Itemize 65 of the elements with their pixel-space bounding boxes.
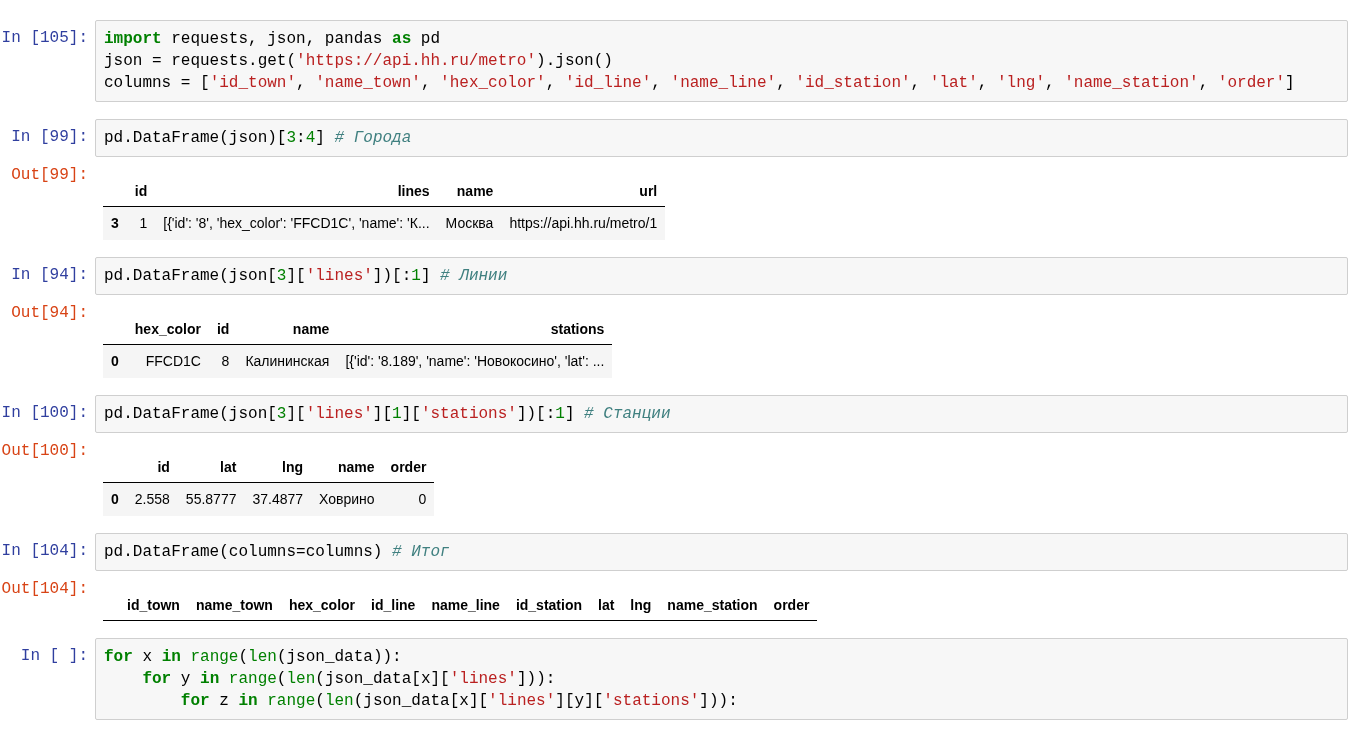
output-prompt: Out[94]: <box>11 303 88 323</box>
code-line: for y in range(len(json_data[x]['lines'])): <box>141 669 557 690</box>
code-line: pd.DataFrame(json)[3:4] # Города <box>104 128 413 149</box>
code-line: for z in range(len(json_data[x]['lines'][y]['stations'])): <box>179 691 739 712</box>
code-line: json = requests.get('https://api.hh.ru/metro').json() <box>104 51 614 72</box>
column-header: name <box>311 453 383 483</box>
column-header: hex_color <box>280 591 364 621</box>
table-cell: [{'id': '8.189', 'name': 'Новокосино', 'lat': ... <box>337 344 613 378</box>
code-editor[interactable]: pd.DataFrame(json)[3:4] # Города <box>95 119 1348 157</box>
code-editor[interactable]: pd.DataFrame(json[3]['lines'])[:1] # Линии <box>95 257 1348 295</box>
code-editor[interactable]: pd.DataFrame(columns=columns) # Итог <box>95 533 1348 571</box>
column-header: name_town <box>187 591 281 621</box>
table-cell: Ховрино <box>311 482 383 516</box>
output-prompt: Out[99]: <box>11 165 88 185</box>
column-header: lat <box>177 453 245 483</box>
code-line: pd.DataFrame(json[3]['lines'])[:1] # Линии <box>104 266 509 287</box>
row-index: 0 <box>103 344 127 378</box>
column-header: url <box>501 177 666 207</box>
column-header: id <box>208 315 238 345</box>
input-prompt: In [94]: <box>11 265 88 285</box>
code-line: pd.DataFrame(columns=columns) # Итог <box>104 542 451 563</box>
input-prompt: In [99]: <box>11 127 88 147</box>
table-cell: 0 <box>382 482 435 516</box>
code-line: for x in range(len(json_data)): <box>104 647 403 668</box>
code-line: pd.DataFrame(json[3]['lines'][1]['stations'])[:1] # Станции <box>104 404 672 425</box>
column-header: lng <box>244 453 312 483</box>
input-prompt: In [105]: <box>1 28 88 48</box>
column-header: hex_color <box>126 315 209 345</box>
column-header: id_town <box>119 591 188 621</box>
output-prompt: Out[100]: <box>1 441 88 461</box>
code-line: import requests, json, pandas as pd <box>104 29 442 50</box>
table-cell: 2.558 <box>126 482 178 516</box>
column-header: name_station <box>659 591 766 621</box>
column-header: name <box>237 315 338 345</box>
column-header: lat <box>590 591 623 621</box>
table-cell: 55.8777 <box>177 482 245 516</box>
row-index: 3 <box>103 206 127 240</box>
table-cell: 37.4877 <box>244 482 312 516</box>
column-header: order <box>382 453 435 483</box>
column-header: stations <box>337 315 613 345</box>
table-cell: 8 <box>208 344 238 378</box>
table-cell: 1 <box>126 206 156 240</box>
column-header: name_line <box>423 591 508 621</box>
column-header: id <box>126 453 178 483</box>
table-cell: Москва <box>437 206 502 240</box>
column-header: id_station <box>507 591 590 621</box>
code-editor[interactable] <box>95 20 1348 102</box>
output-prompt: Out[104]: <box>1 579 88 599</box>
column-header: lng <box>622 591 660 621</box>
code-editor[interactable]: for x in range(len(json_data)): for y in range(len(json_data[x]['lines'])): for z in range(len(json_data[x]['lines'][y]['stations'])): <box>95 638 1348 720</box>
column-header: lines <box>155 177 438 207</box>
input-prompt: In [100]: <box>1 403 88 423</box>
column-header: id_line <box>363 591 424 621</box>
table-cell: Калининская <box>237 344 338 378</box>
input-prompt: In [104]: <box>1 541 88 561</box>
row-index: 0 <box>103 482 127 516</box>
table-cell: https://api.hh.ru/metro/1 <box>501 206 666 240</box>
code-editor[interactable]: pd.DataFrame(json[3]['lines'][1]['stations'])[:1] # Станции <box>95 395 1348 433</box>
column-header: id <box>126 177 156 207</box>
table-cell: FFCD1C <box>126 344 209 378</box>
column-header: name <box>437 177 502 207</box>
code-line: columns = ['id_town', 'name_town', 'hex_color', 'id_line', 'name_line', 'id_station', 'lat', 'lng', 'name_station', 'order'] <box>104 73 1296 94</box>
input-prompt: In [ ]: <box>20 646 88 666</box>
table-cell: [{'id': '8', 'hex_color': 'FFCD1C', 'name': 'К... <box>155 206 438 240</box>
column-header: order <box>765 591 818 621</box>
